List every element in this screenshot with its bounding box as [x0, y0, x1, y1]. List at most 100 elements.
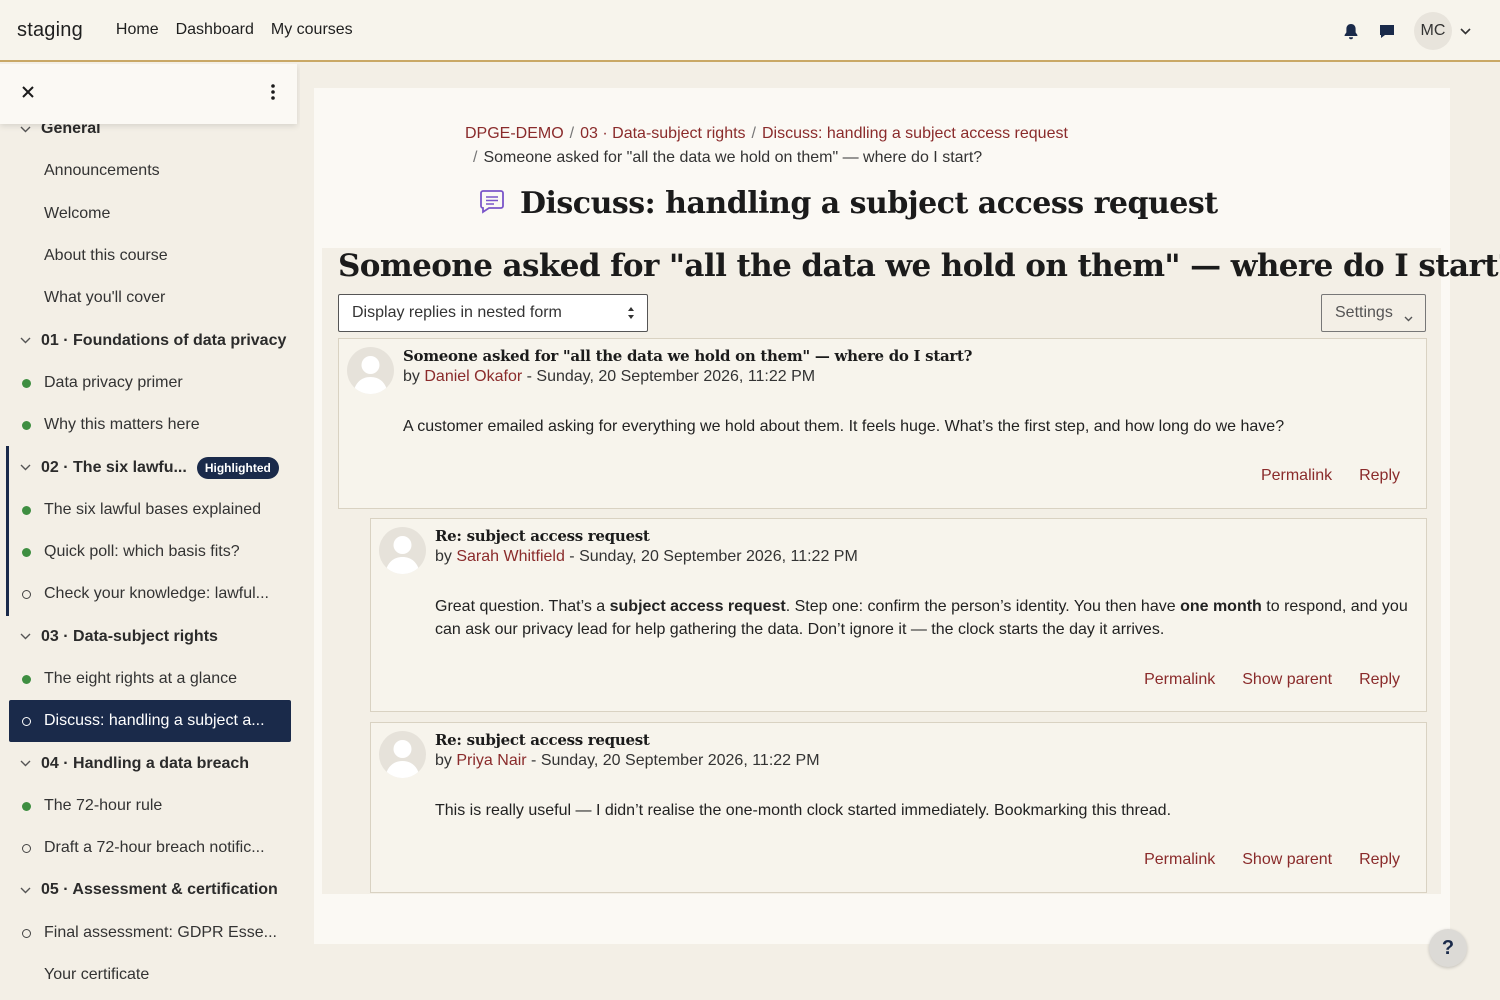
messages-icon[interactable] [1378, 22, 1396, 40]
close-icon[interactable] [22, 85, 34, 103]
discussion-title: Someone asked for "all the data we hold … [338, 248, 1500, 284]
course-item[interactable]: The six lawful bases explained [6, 488, 300, 531]
settings-button[interactable]: Settings [1321, 294, 1426, 332]
course-item[interactable]: Data privacy primer [0, 362, 300, 404]
completed-dot-icon [22, 378, 31, 388]
reply-link[interactable]: Reply [1359, 851, 1400, 869]
course-section-5[interactable]: 01 · Foundations of data privacy [0, 319, 300, 361]
top-navbar: staging Home Dashboard My courses MC [0, 0, 1500, 62]
kebab-menu-icon[interactable] [271, 83, 275, 105]
course-index-label: The eight rights at a glance [44, 670, 238, 687]
reply-link[interactable]: Reply [1359, 467, 1400, 485]
permalink-link[interactable]: Permalink [1144, 671, 1215, 689]
course-item-active[interactable]: Discuss: handling a subject a... [9, 700, 291, 743]
post-byline: by Daniel Okafor - Sunday, 20 September … [403, 368, 816, 385]
breadcrumb-forum[interactable]: Discuss: handling a subject access reque… [762, 125, 1068, 142]
highlighted-badge: Highlighted [196, 456, 279, 479]
course-item[interactable]: The 72-hour rule [0, 785, 300, 827]
display-mode-value: Display replies in nested form [352, 304, 562, 321]
breadcrumb-course[interactable]: DPGE-DEMO [465, 125, 564, 142]
chevron-down-icon[interactable] [20, 887, 32, 894]
post-author-link[interactable]: Daniel Okafor [424, 368, 522, 385]
post-byline: by Priya Nair - Sunday, 20 September 202… [435, 752, 820, 769]
chevron-down-icon[interactable] [1460, 25, 1472, 37]
chevron-down-icon[interactable] [20, 126, 32, 133]
course-index-label: 01 · Foundations of data privacy [41, 331, 287, 349]
author-avatar [379, 731, 426, 778]
drawer-header [0, 64, 297, 124]
chevron-down-icon[interactable] [20, 337, 32, 344]
chevron-down-icon[interactable] [20, 464, 32, 471]
chevron-down-icon[interactable] [20, 760, 32, 767]
post-actions: Permalink Reply [1261, 467, 1400, 485]
incomplete-circle-icon [22, 590, 31, 600]
post-author-link[interactable]: Sarah Whitfield [456, 548, 565, 565]
display-mode-select[interactable]: Display replies in nested form [338, 294, 648, 332]
main-region: DPGE-DEMO/03 · Data-subject rights / Discu… [314, 88, 1500, 944]
course-index-label: Announcements [44, 162, 160, 180]
course-section-18[interactable]: 05 · Assessment & certification [0, 869, 300, 911]
settings-label: Settings [1335, 304, 1393, 321]
reply-link[interactable]: Reply [1359, 671, 1400, 689]
course-index-label: The six lawful bases explained [44, 500, 262, 518]
course-item[interactable]: Why this matters here [0, 404, 300, 446]
post-title: Someone asked for "all the data we hold … [403, 347, 973, 365]
primary-nav: Home Dashboard My courses [116, 21, 353, 39]
breadcrumb: DPGE-DEMO/03 · Data-subject rights / Discu… [465, 125, 1068, 166]
user-avatar[interactable]: MC [1414, 12, 1452, 50]
course-section-15[interactable]: 04 · Handling a data breach [0, 742, 300, 784]
incomplete-circle-icon [22, 844, 31, 854]
course-index-label: Welcome [44, 204, 111, 222]
permalink-link[interactable]: Permalink [1144, 851, 1215, 869]
nav-dashboard[interactable]: Dashboard [176, 21, 254, 39]
course-item[interactable]: Draft a 72-hour breach notific... [0, 827, 300, 869]
page-header: Discuss: handling a subject access reque… [478, 186, 1218, 221]
course-index-label: Quick poll: which basis fits? [44, 543, 240, 561]
help-button[interactable]: ? [1429, 929, 1467, 967]
show-parent-link[interactable]: Show parent [1242, 671, 1332, 689]
course-index-list: General Announcements Welcome About this co… [0, 108, 300, 996]
post-author-link[interactable]: Priya Nair [456, 752, 526, 769]
page-title: Discuss: handling a subject access reque… [520, 186, 1218, 221]
breadcrumb-current: Someone asked for "all the data we hold … [483, 149, 983, 166]
bell-icon[interactable] [1342, 22, 1360, 40]
forum-icon [478, 187, 506, 220]
course-section-8[interactable]: 02 · The six lawfu... Highlighted [6, 446, 300, 489]
course-section-12[interactable]: 03 · Data-subject rights [0, 616, 300, 658]
course-item[interactable]: Check your knowledge: lawful... [6, 573, 300, 616]
course-index-label: The 72-hour rule [44, 796, 163, 814]
course-index-drawer: General Announcements Welcome About this co… [0, 64, 300, 1000]
post-byline: by Sarah Whitfield - Sunday, 20 Septembe… [435, 548, 858, 565]
incomplete-circle-icon [22, 928, 31, 938]
course-item[interactable]: The eight rights at a glance [0, 658, 300, 700]
completed-dot-icon [22, 421, 31, 431]
course-item[interactable]: Announcements [0, 150, 300, 192]
breadcrumb-section[interactable]: 03 · Data-subject rights [580, 125, 745, 142]
course-item[interactable]: About this course [0, 235, 300, 277]
course-item[interactable]: Welcome [0, 193, 300, 235]
author-avatar [379, 527, 426, 574]
permalink-link[interactable]: Permalink [1261, 467, 1332, 485]
chevron-down-icon [1404, 309, 1413, 327]
site-brand[interactable]: staging [17, 19, 83, 42]
post-title: Re: subject access request [435, 731, 650, 749]
course-index-label: 04 · Handling a data breach [41, 754, 250, 772]
chevron-down-icon[interactable] [20, 633, 32, 640]
nav-home[interactable]: Home [116, 21, 159, 39]
nav-my-courses[interactable]: My courses [271, 21, 353, 39]
course-item[interactable]: Final assessment: GDPR Esse... [0, 912, 300, 954]
course-item[interactable]: Quick poll: which basis fits? [6, 530, 300, 574]
discussion-post: Re: subject access request by Priya Nair… [370, 722, 1427, 893]
course-index-label: Your certificate [44, 966, 150, 984]
course-item[interactable]: What you'll cover [0, 277, 300, 319]
select-arrows-icon [627, 306, 635, 325]
completed-dot-icon [22, 674, 31, 684]
author-avatar [347, 347, 394, 394]
course-index-label: Check your knowledge: lawful... [44, 585, 269, 603]
course-index-label: Final assessment: GDPR Esse... [44, 923, 277, 941]
discussion-post: Re: subject access request by Sarah Whit… [370, 518, 1427, 712]
incomplete-circle-icon [22, 717, 31, 727]
course-item[interactable]: Your certificate [0, 954, 300, 996]
completed-dot-icon [22, 547, 31, 557]
show-parent-link[interactable]: Show parent [1242, 851, 1332, 869]
